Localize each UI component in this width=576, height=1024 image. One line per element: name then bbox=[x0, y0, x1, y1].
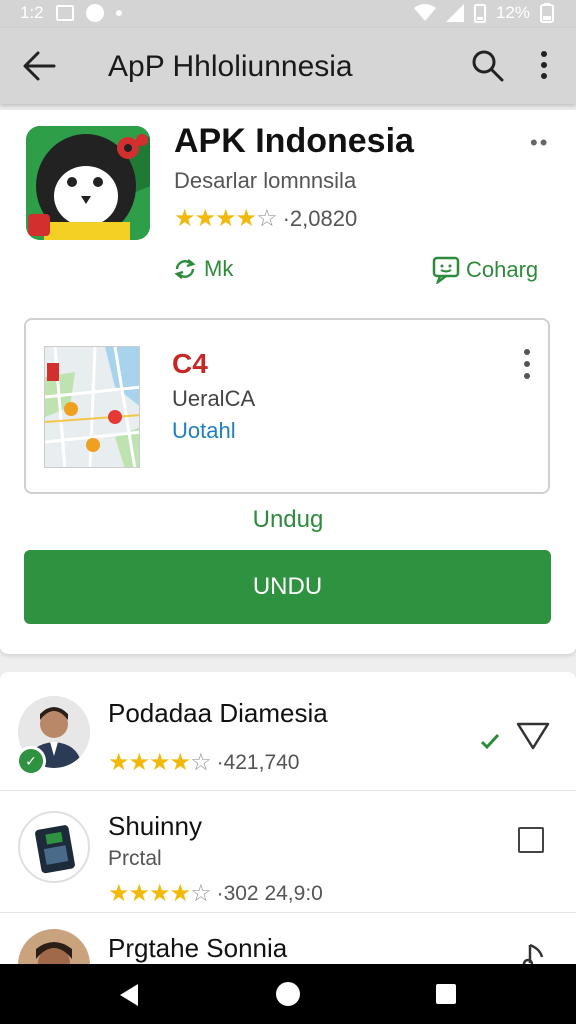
inner-card-line1: UeralCA bbox=[172, 386, 256, 411]
rating-stars: ★★★★☆ bbox=[108, 749, 212, 776]
map-card[interactable]: C4 UeralCA Uotahl bbox=[24, 318, 550, 494]
nav-recent-apps-icon[interactable] bbox=[436, 984, 456, 1004]
list-item-title: Prgtahe Sonnia bbox=[108, 933, 288, 963]
avatar bbox=[18, 811, 90, 883]
status-bar: 1:2 12% bbox=[0, 0, 576, 28]
app-subtitle: Desarlar lomnnsila bbox=[174, 168, 357, 193]
download-button[interactable]: UNDU bbox=[24, 550, 551, 624]
wifi-icon bbox=[413, 4, 436, 21]
rating-count: ·2,0820 bbox=[282, 205, 358, 231]
check-icon bbox=[480, 733, 500, 750]
battery-icon bbox=[473, 3, 486, 23]
dot-icon bbox=[115, 10, 122, 16]
refresh-icon bbox=[174, 259, 196, 279]
app-title: APK Indonesia bbox=[174, 122, 414, 160]
rating-count: ·421,740 bbox=[216, 750, 300, 774]
signal-icon bbox=[445, 4, 464, 22]
featured-app-card: APK Indonesia Desarlar lomnnsila ★★★★☆ ·… bbox=[0, 110, 576, 654]
app-rating: ★★★★☆ ·2,0820 bbox=[174, 204, 357, 233]
status-time: 1:2 bbox=[20, 3, 44, 22]
more-horiz-icon[interactable]: •• bbox=[530, 130, 549, 156]
back-arrow-icon[interactable] bbox=[22, 50, 56, 82]
checkbox[interactable] bbox=[518, 827, 544, 853]
inner-card-line2[interactable]: Uotahl bbox=[172, 418, 236, 444]
triangle-down-icon[interactable] bbox=[516, 722, 550, 750]
list-item-title: Podadaa Diamesia bbox=[108, 698, 328, 728]
action-label-right: Coharg bbox=[466, 257, 539, 282]
rating-stars: ★★★★☆ bbox=[174, 205, 278, 232]
nav-back-icon[interactable] bbox=[120, 984, 138, 1006]
list-item-rating: ★★★★☆ ·421,740 bbox=[108, 748, 299, 777]
download-link[interactable]: Undug bbox=[0, 506, 576, 534]
list-item[interactable]: Prgtahe Sonnia bbox=[0, 912, 576, 972]
inner-card-number: C4 bbox=[172, 348, 208, 379]
battery-percent: 12% bbox=[495, 3, 530, 22]
search-icon[interactable] bbox=[470, 48, 504, 82]
action-label-left: Mk bbox=[204, 256, 234, 281]
list-item[interactable]: Shuinny Prctal ★★★★☆ ·302 24,9:0 bbox=[0, 790, 576, 907]
verified-badge-icon: ✓ bbox=[16, 746, 46, 776]
notification-icon bbox=[85, 4, 104, 22]
nav-home-icon[interactable] bbox=[276, 982, 300, 1006]
more-vert-icon[interactable] bbox=[522, 348, 532, 380]
gallery-icon bbox=[55, 5, 74, 21]
more-vert-icon[interactable] bbox=[530, 48, 558, 82]
chat-action[interactable]: Coharg bbox=[432, 256, 538, 284]
share-action[interactable]: Mk bbox=[172, 256, 233, 282]
rating-stars: ★★★★☆ bbox=[108, 880, 212, 907]
map-thumbnail bbox=[44, 346, 140, 468]
list-item-title: Shuinny bbox=[108, 811, 202, 841]
page-title: ApP Hhloliunnesia bbox=[108, 50, 353, 83]
rating-count: ·302 24,9:0 bbox=[216, 881, 323, 905]
list-item-rating: ★★★★☆ ·302 24,9:0 bbox=[108, 879, 323, 908]
system-nav-bar bbox=[0, 964, 576, 1024]
app-bar: ApP Hhloliunnesia bbox=[0, 28, 576, 104]
list-item[interactable]: ✓ Podadaa Diamesia ★★★★☆ ·421,740 bbox=[0, 672, 576, 784]
chat-icon bbox=[432, 256, 460, 284]
battery-level-icon bbox=[540, 3, 554, 23]
app-icon[interactable] bbox=[26, 126, 150, 240]
list-item-subtitle: Prctal bbox=[108, 847, 162, 870]
app-list: ✓ Podadaa Diamesia ★★★★☆ ·421,740 Shuinn… bbox=[0, 672, 576, 972]
